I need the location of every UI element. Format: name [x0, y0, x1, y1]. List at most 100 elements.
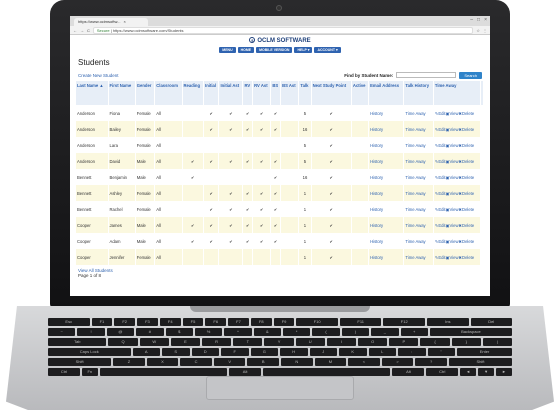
talk-history-link[interactable]: History — [368, 169, 405, 185]
edit-link[interactable]: ✎Edit — [435, 239, 446, 244]
talk-history-link[interactable]: History — [368, 217, 405, 233]
key[interactable]: R — [202, 338, 232, 346]
key[interactable]: S — [162, 348, 190, 356]
view-link[interactable]: ▣View — [446, 127, 459, 132]
delete-link[interactable]: ✖Delete — [459, 159, 475, 164]
key[interactable]: ▼ — [478, 368, 495, 376]
key[interactable]: D — [191, 348, 219, 356]
key[interactable]: J — [309, 348, 337, 356]
edit-link[interactable]: ✎Edit — [435, 191, 446, 196]
key[interactable]: F6 — [205, 318, 227, 326]
edit-link[interactable]: ✎Edit — [435, 255, 446, 260]
key[interactable]: P — [389, 338, 419, 346]
talk-history-link[interactable]: History — [368, 153, 405, 169]
key[interactable]: Esc — [48, 318, 90, 326]
key[interactable]: > — [381, 358, 414, 366]
key[interactable]: X — [146, 358, 179, 366]
view-link[interactable]: ▣View — [446, 159, 459, 164]
view-link[interactable]: ▣View — [446, 255, 459, 260]
key[interactable]: Enter — [457, 348, 512, 356]
delete-link[interactable]: ✖Delete — [459, 255, 475, 260]
delete-link[interactable]: ✖Delete — [459, 191, 475, 196]
key[interactable]: | — [482, 338, 513, 346]
key[interactable]: # — [136, 328, 164, 336]
key[interactable]: F10 — [296, 318, 338, 326]
key[interactable]: " — [427, 348, 455, 356]
edit-link[interactable]: ✎Edit — [435, 143, 446, 148]
key[interactable]: F11 — [339, 318, 382, 326]
key[interactable]: _ — [371, 328, 399, 336]
key[interactable]: Shift — [48, 358, 112, 366]
key[interactable]: L — [368, 348, 396, 356]
nav-home[interactable]: HOME — [237, 47, 255, 53]
key[interactable]: : — [398, 348, 426, 356]
key[interactable]: } — [451, 338, 481, 346]
forward-icon[interactable]: → — [80, 28, 84, 33]
tab-close-icon[interactable]: × — [123, 18, 125, 26]
key[interactable]: * — [283, 328, 311, 336]
nav-menu[interactable]: MENU — [219, 47, 236, 53]
create-student-link[interactable]: Create New Student — [78, 73, 344, 78]
key[interactable]: Alt — [229, 368, 262, 376]
time-away-link[interactable]: Time Away — [403, 217, 434, 233]
nav-mobile-version[interactable]: MOBILE VERSION — [256, 47, 293, 53]
key[interactable]: H — [280, 348, 308, 356]
key[interactable]: E — [170, 338, 201, 346]
key[interactable]: F5 — [182, 318, 204, 326]
key[interactable]: Ctrl — [48, 368, 80, 376]
delete-link[interactable]: ✖Delete — [459, 143, 475, 148]
key[interactable]: & — [253, 328, 281, 336]
browser-tab[interactable]: https://www.ocimsoftw... × — [74, 18, 148, 26]
key[interactable]: + — [400, 328, 428, 336]
close-window-icon[interactable]: × — [484, 17, 487, 23]
edit-link[interactable]: ✎Edit — [435, 207, 446, 212]
edit-link[interactable]: ✎Edit — [435, 111, 446, 116]
star-icon[interactable]: ☆ — [476, 28, 480, 33]
key[interactable]: ~ — [48, 328, 76, 336]
key[interactable]: Fn — [81, 368, 98, 376]
key[interactable]: G — [250, 348, 278, 356]
delete-link[interactable]: ✖Delete — [459, 207, 475, 212]
key[interactable]: Backspace — [429, 328, 512, 336]
view-link[interactable]: ▣View — [446, 239, 459, 244]
time-away-link[interactable]: Time Away — [403, 105, 434, 121]
talk-history-link[interactable]: History — [368, 185, 405, 201]
key[interactable]: F — [221, 348, 249, 356]
key[interactable]: < — [348, 358, 380, 366]
key[interactable]: C — [180, 358, 212, 366]
key[interactable]: Tab — [48, 338, 107, 346]
key[interactable] — [99, 368, 228, 376]
delete-link[interactable]: ✖Delete — [459, 175, 475, 180]
key[interactable]: Shift — [448, 358, 513, 366]
edit-link[interactable]: ✎Edit — [435, 159, 446, 164]
reload-icon[interactable]: C — [87, 28, 90, 33]
key[interactable]: $ — [165, 328, 193, 336]
view-all-students-link[interactable]: View All Students — [78, 268, 490, 273]
delete-link[interactable]: ✖Delete — [459, 127, 475, 132]
view-link[interactable]: ▣View — [446, 223, 459, 228]
column-header[interactable]: Last Name ▲ — [76, 81, 109, 105]
key[interactable] — [263, 368, 391, 376]
key[interactable]: F7 — [228, 318, 249, 326]
key[interactable]: F3 — [137, 318, 158, 326]
key[interactable]: Alt — [392, 368, 425, 376]
key[interactable]: F1 — [91, 318, 113, 326]
key[interactable]: ) — [341, 328, 370, 336]
key[interactable]: ^ — [224, 328, 252, 336]
key[interactable]: @ — [106, 328, 135, 336]
talk-history-link[interactable]: History — [368, 137, 405, 153]
key[interactable]: U — [295, 338, 325, 346]
maximize-icon[interactable]: □ — [477, 17, 480, 23]
view-link[interactable]: ▣View — [446, 207, 459, 212]
column-header[interactable]: First Name — [108, 81, 136, 105]
brand-logo[interactable]: $ OCLM SOFTWARE — [70, 35, 490, 46]
time-away-link[interactable]: Time Away — [403, 201, 434, 217]
edit-link[interactable]: ✎Edit — [435, 175, 446, 180]
search-button[interactable]: Search — [459, 71, 482, 79]
delete-link[interactable]: ✖Delete — [459, 239, 475, 244]
key[interactable]: Z — [113, 358, 145, 366]
key[interactable]: T — [233, 338, 263, 346]
key[interactable]: ◄ — [460, 368, 477, 376]
student-name-search-input[interactable] — [396, 72, 457, 78]
back-icon[interactable]: ← — [73, 28, 77, 33]
